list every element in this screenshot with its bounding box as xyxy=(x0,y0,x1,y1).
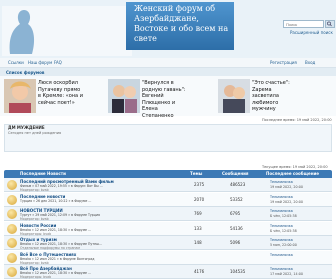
forum-topic-count: 4176 xyxy=(194,269,205,274)
forum-moderators: Модераторы: bvab xyxy=(20,231,52,236)
forum-row[interactable]: Всё Все о Путешествиях Bmoko » 12 июл 202… xyxy=(4,250,332,265)
forum-moderators: Модератор: bvab xyxy=(20,260,49,265)
forum-post-count: 54136 xyxy=(230,225,243,231)
last-post-author[interactable]: Тельманочка xyxy=(270,267,293,271)
forum-moderators: Модератор: bvab xyxy=(20,188,49,192)
forum-row[interactable]: Отдых и туризм Bmoko » 12 июл 2021, 18:30… xyxy=(4,236,332,250)
breadcrumb[interactable]: Список форумов xyxy=(6,70,44,75)
forum-moderators: Модератор: bvab xyxy=(20,217,49,221)
current-time-text: Текущее время: 19 май 2022, 20:00 xyxy=(262,165,328,169)
forum-last-topic[interactable]: Турция » 26 дек 2021, 10:22 » в Форуме .… xyxy=(20,199,91,203)
last-post-author[interactable]: Тельманочка xyxy=(270,180,293,184)
birthdays-box xyxy=(4,124,332,152)
forum-status-icon xyxy=(7,267,17,277)
nav-faq[interactable]: FAQ xyxy=(54,60,62,65)
news-headline: Люся оскорбил Пугачеву прямо в Кремле: «… xyxy=(38,80,83,106)
forum-post-count: 104535 xyxy=(230,269,246,274)
breadcrumb-bar xyxy=(0,68,336,76)
forum-row[interactable]: НОВОСТИ ТУРЦИИ Тургут » 29 май 2021, 12:0… xyxy=(4,207,332,221)
birthdays-title: ДМ МУЖДЕНИЕ xyxy=(8,125,45,130)
forum-moderators: Отдельные подфорумы по странам xyxy=(20,246,80,250)
forum-post-count: 6795 xyxy=(230,211,241,216)
nav-links[interactable]: Ссылки xyxy=(8,60,24,65)
forum-row[interactable]: Последние новости Турция » 26 дек 2021, 1… xyxy=(4,192,332,207)
forum-topic-count: 148 xyxy=(194,240,202,245)
last-post-author[interactable]: Тельманочка xyxy=(270,238,293,242)
nav-login[interactable]: Вход xyxy=(305,60,315,65)
forum-row[interactable]: Новости России Bmoko » 12 июл 2021, 18:30… xyxy=(4,221,332,236)
forum-status-icon xyxy=(7,194,17,205)
forum-topic-count: 2375 xyxy=(194,182,205,187)
col-posts: Сообщения xyxy=(222,171,249,176)
last-post-author[interactable]: Тельманочка xyxy=(270,224,293,228)
last-post-time: 19 май 2022, 20:00 xyxy=(270,185,303,189)
news-photo xyxy=(218,79,250,113)
news-headline: "Вернулся в родную гавань": Евгений Плющ… xyxy=(142,80,186,119)
logo-silhouette xyxy=(9,10,35,54)
forum-post-count: 53352 xyxy=(230,196,243,202)
last-post-author[interactable]: Тельманочка xyxy=(270,195,293,199)
col-topics: Темы xyxy=(190,171,203,176)
last-post-time: Б чём, 12:05:38 xyxy=(270,214,297,218)
forum-status-icon xyxy=(7,252,17,263)
forum-moderators: Модераторы: bvab xyxy=(20,275,52,279)
last-post-time: 5 мин, 22:00:00 xyxy=(270,243,297,247)
forum-post-count: 486523 xyxy=(230,182,246,187)
news-photo xyxy=(108,79,140,113)
nav-register[interactable]: Регистрация xyxy=(270,60,297,65)
forum-topic-count: 2070 xyxy=(194,196,205,202)
forum-topic-count: 769 xyxy=(194,211,202,216)
news-photo xyxy=(4,79,36,113)
col-forum: Последние Новости xyxy=(20,171,66,176)
birthdays-text: Сегодня нет дней рождения xyxy=(8,131,62,135)
last-post-time: 17 май 2022, 14:00 xyxy=(270,272,303,276)
forum-row[interactable]: Всё Про Азербайджан Bmoko » 12 июл 2021, … xyxy=(4,265,332,279)
nav-forum[interactable]: Наш форум xyxy=(28,60,52,65)
forum-topic-count: 133 xyxy=(194,225,202,231)
last-post-time: 19 май 2022, 20:00 xyxy=(270,199,303,204)
forum-status-icon xyxy=(7,180,17,190)
news-card[interactable]: "Вернулся в родную гавань": Евгений Плющ… xyxy=(108,79,204,119)
forum-post-count: 5096 xyxy=(230,240,241,245)
forum-status-icon xyxy=(7,223,17,234)
last-post-author[interactable]: Тельманочка xyxy=(270,253,293,257)
news-card[interactable]: "Это счастье": Zарема засветила любимого… xyxy=(218,79,318,113)
last-post-time: Б чём, 12:05:38 xyxy=(270,228,297,233)
forum-row[interactable]: Последний просмотренный Вами фильм Фильм … xyxy=(4,178,332,192)
search-button[interactable] xyxy=(325,20,335,28)
forum-status-icon xyxy=(7,238,17,248)
news-headline: "Это счастье": Zарема засветила любимого… xyxy=(252,80,290,112)
col-last-post: Последнее сообщение xyxy=(266,171,319,176)
forum-status-icon xyxy=(7,209,17,219)
search-icon xyxy=(327,21,332,27)
search-input[interactable] xyxy=(283,20,324,28)
advanced-search-link[interactable]: Расширенный поиск xyxy=(290,30,333,35)
banner-text: Женский форум об Азербайджане, Востоке и… xyxy=(134,4,229,43)
last-post-author[interactable]: Тельманочка xyxy=(270,209,293,213)
last-visit-text: Последнее время: 19 май 2022, 20:00 xyxy=(262,118,332,122)
news-card[interactable]: Люся оскорбил Пугачеву прямо в Кремле: «… xyxy=(4,79,100,113)
